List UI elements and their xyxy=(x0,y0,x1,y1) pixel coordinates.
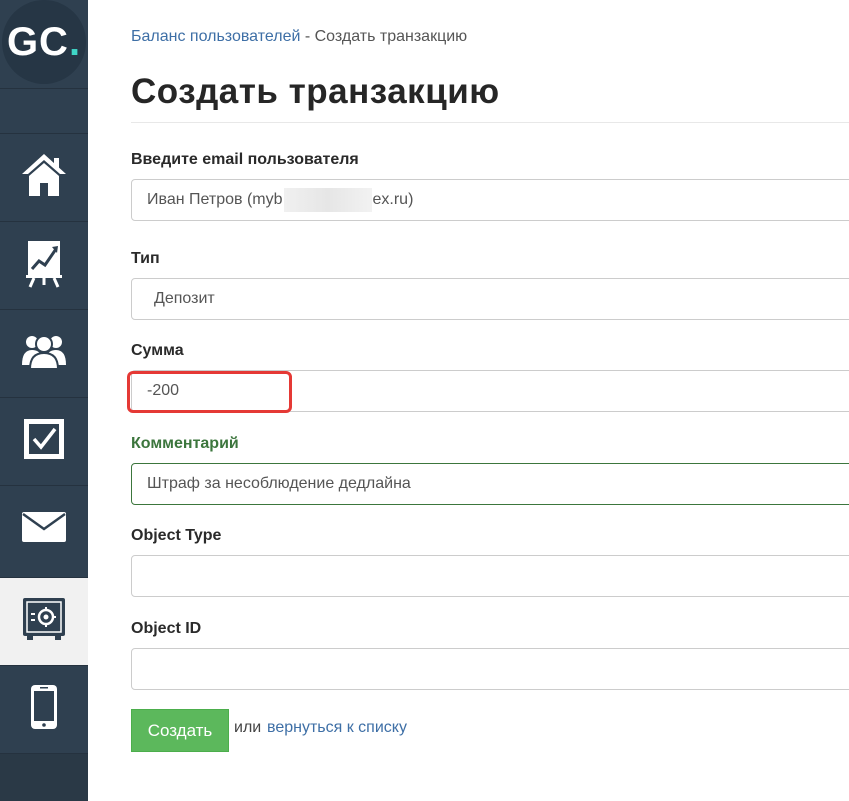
sidebar-item-mail[interactable] xyxy=(0,485,88,573)
page-title: Создать транзакцию xyxy=(131,72,500,111)
logo[interactable]: GC. xyxy=(0,0,88,88)
object-type-label: Object Type xyxy=(131,527,222,544)
breadcrumb: Баланс пользователей - Создать транзакци… xyxy=(131,28,467,46)
email-value-suffix: ex.ru) xyxy=(372,191,414,208)
or-text: или xyxy=(234,719,262,736)
title-divider xyxy=(131,122,849,123)
breadcrumb-link-balance[interactable]: Баланс пользователей xyxy=(131,28,300,45)
amount-label: Сумма xyxy=(131,342,184,359)
sidebar-footer xyxy=(0,753,88,801)
object-id-field[interactable] xyxy=(131,648,849,690)
type-select-value: Депозит xyxy=(154,290,215,307)
object-type-field[interactable] xyxy=(131,555,849,597)
type-select[interactable]: Депозит xyxy=(131,278,849,320)
sidebar-item-analytics[interactable] xyxy=(0,221,88,309)
chart-board-icon xyxy=(24,237,64,294)
create-button[interactable]: Создать xyxy=(131,709,229,752)
breadcrumb-separator: - xyxy=(300,28,315,45)
logo-letters: GC xyxy=(6,20,69,64)
mail-icon xyxy=(21,511,67,548)
sidebar-item-users[interactable] xyxy=(0,309,88,397)
users-icon xyxy=(20,331,68,376)
back-to-list-link[interactable]: вернуться к списку xyxy=(267,719,407,737)
safe-icon xyxy=(21,596,67,647)
comment-field[interactable]: Штраф за несоблюдение дедлайна xyxy=(131,463,849,505)
comment-value: Штраф за несоблюдение дедлайна xyxy=(147,475,411,492)
checkbox-icon xyxy=(22,417,66,466)
sidebar-item-home[interactable] xyxy=(0,133,88,221)
sidebar-spacer xyxy=(0,88,88,133)
comment-label: Комментарий xyxy=(131,435,239,452)
email-field[interactable]: Иван Петров (myb ex.ru) xyxy=(131,179,849,221)
sidebar-item-tasks[interactable] xyxy=(0,397,88,485)
home-icon xyxy=(20,152,68,203)
amount-value: -200 xyxy=(147,382,180,399)
sidebar-item-mobile[interactable] xyxy=(0,665,88,753)
object-id-label: Object ID xyxy=(131,620,202,637)
sidebar: GC. xyxy=(0,0,88,801)
email-redacted xyxy=(283,188,372,212)
email-value-prefix: Иван Петров (myb xyxy=(147,191,283,208)
sidebar-item-balance[interactable] xyxy=(0,577,88,665)
type-label: Тип xyxy=(131,250,160,267)
mobile-icon xyxy=(29,683,59,736)
breadcrumb-current: Создать транзакцию xyxy=(314,28,468,45)
logo-dot: . xyxy=(68,20,82,64)
logo-text: GC. xyxy=(0,18,88,66)
email-label: Введите email пользователя xyxy=(131,151,359,168)
amount-field[interactable]: -200 xyxy=(131,370,849,412)
